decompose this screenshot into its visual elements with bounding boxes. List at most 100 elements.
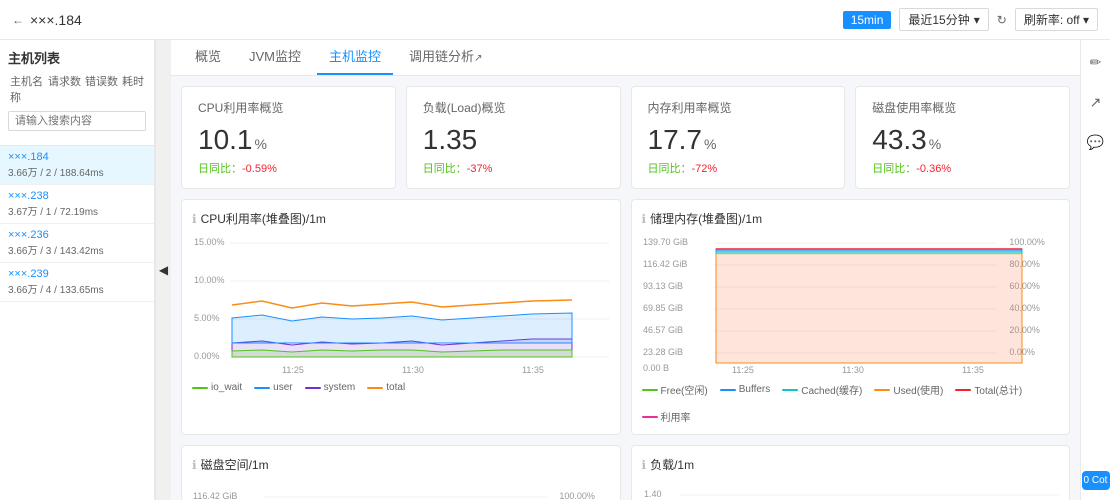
sidebar: 主机列表 主机名称 请求数 错误数 耗时 ×××.184 3.66万 / 2 /…: [0, 40, 155, 500]
metric-card-memory-compare: 日同比：-72%: [648, 160, 829, 176]
header-title: ×××.184: [30, 12, 82, 28]
svg-text:116.42 GiB: 116.42 GiB: [643, 259, 687, 269]
legend-utilization: 利用率: [642, 409, 691, 424]
sidebar-item-name-3: ×××.239: [8, 268, 146, 280]
tab-trace[interactable]: 调用链分析↗: [397, 46, 494, 75]
metric-cards: CPU利用率概览 10.1 % 日同比：-0.59% 负载(Load)概览 1.…: [181, 86, 1070, 189]
info-icon: ℹ: [192, 212, 197, 226]
metric-card-load: 负载(Load)概览 1.35 日同比：-37%: [406, 86, 621, 189]
sidebar-search: [8, 111, 146, 131]
svg-text:116.42 GiB: 116.42 GiB: [193, 491, 237, 500]
metric-card-memory-value: 17.7 %: [648, 124, 829, 156]
legend-dot-total-mem: [955, 389, 971, 391]
cpu-value-num: 10.1: [198, 124, 253, 156]
message-button[interactable]: 💬: [1084, 130, 1108, 154]
legend-total-mem: Total(总计): [955, 382, 1022, 397]
header-right: 15min 最近15分钟 ▾ ↻ 刷新率: off ▾: [843, 8, 1098, 31]
legend-free: Free(空闲): [642, 382, 708, 397]
back-button[interactable]: ← ×××.184: [12, 12, 82, 28]
dashboard: CPU利用率概览 10.1 % 日同比：-0.59% 负载(Load)概览 1.…: [171, 76, 1080, 500]
legend-dot-io-wait: [192, 387, 208, 389]
disk-chart-area: 116.42 GiB 93.13 GiB 69.85 GiB 46.57 GiB…: [192, 479, 610, 500]
sidebar-collapse-button[interactable]: ◀: [155, 40, 171, 500]
metric-card-cpu: CPU利用率概览 10.1 % 日同比：-0.59%: [181, 86, 396, 189]
svg-text:1.40: 1.40: [644, 489, 662, 499]
chevron-down-icon: ▾: [974, 13, 980, 27]
search-input[interactable]: [8, 111, 146, 131]
svg-text:11:35: 11:35: [962, 365, 984, 375]
legend-io-wait: io_wait: [192, 382, 242, 393]
load-chart-area: 1.40 1.20 1 0.800 0.600: [642, 479, 1060, 500]
info-icon-load: ℹ: [642, 458, 647, 472]
chart-title-cpu: ℹ CPU利用率(堆叠图)/1m: [192, 210, 610, 227]
sidebar-col-name: 主机名称: [10, 73, 44, 105]
chart-title-load: ℹ 负载/1m: [642, 456, 1060, 473]
metric-card-cpu-compare: 日同比：-0.59%: [198, 160, 379, 176]
share-button[interactable]: ↗: [1084, 90, 1108, 114]
sidebar-columns: 主机名称 请求数 错误数 耗时: [8, 73, 146, 105]
metric-card-load-title: 负载(Load)概览: [423, 99, 604, 116]
sidebar-item-2[interactable]: ×××.236 3.66万 / 3 / 143.42ms: [0, 224, 154, 263]
time-select[interactable]: 最近15分钟 ▾: [899, 8, 988, 31]
header: ← ×××.184 15min 最近15分钟 ▾ ↻ 刷新率: off ▾: [0, 0, 1110, 40]
metric-card-disk: 磁盘使用率概览 43.3 % 日同比：-0.36%: [855, 86, 1070, 189]
sidebar-item-name-2: ×××.236: [8, 229, 146, 241]
sidebar-col-requests: 请求数: [48, 73, 81, 105]
legend-dot-total: [367, 387, 383, 389]
svg-text:11:30: 11:30: [402, 365, 424, 375]
memory-chart-legend: Free(空闲) Buffers Cached(缓存): [642, 382, 1060, 424]
metric-card-disk-value: 43.3 %: [872, 124, 1053, 156]
svg-text:139.70 GiB: 139.70 GiB: [643, 237, 688, 247]
chart-panel-cpu: ℹ CPU利用率(堆叠图)/1m 15.00% 10.00% 5.00% 0.0…: [181, 199, 621, 435]
legend-used: Used(使用): [874, 382, 943, 397]
svg-text:100.00%: 100.00%: [1009, 237, 1045, 247]
cot-button[interactable]: 0 Cot: [1082, 471, 1110, 490]
svg-text:11:30: 11:30: [842, 365, 864, 375]
sidebar-item-stats-0: 3.66万 / 2 / 188.64ms: [8, 164, 146, 179]
chart-panel-load: ℹ 负载/1m 1.40 1.20 1 0.800 0.600: [631, 445, 1071, 500]
metric-card-load-compare: 日同比：-37%: [423, 160, 604, 176]
tab-jvm[interactable]: JVM监控: [237, 46, 313, 75]
cpu-chart-legend: io_wait user system: [192, 382, 610, 393]
legend-cached: Cached(缓存): [782, 382, 862, 397]
load-value-num: 1.35: [423, 124, 478, 156]
cpu-chart-svg: 15.00% 10.00% 5.00% 0.00% 11:25: [192, 233, 610, 378]
collapse-icon: ◀: [159, 263, 168, 277]
metric-card-memory-title: 内存利用率概览: [648, 99, 829, 116]
disk-value-unit: %: [929, 136, 941, 152]
chart-panel-memory: ℹ 储理内存(堆叠图)/1m 139.70 GiB 116.42 GiB 93.…: [631, 199, 1071, 435]
memory-value-unit: %: [704, 136, 716, 152]
refresh-icon[interactable]: ↻: [997, 13, 1007, 27]
tab-overview[interactable]: 概览: [183, 46, 233, 75]
app-container: ← ×××.184 15min 最近15分钟 ▾ ↻ 刷新率: off ▾ 主机…: [0, 0, 1110, 500]
legend-dot-user: [254, 387, 270, 389]
metric-card-cpu-title: CPU利用率概览: [198, 99, 379, 116]
chevron-down-icon: ▾: [1083, 13, 1089, 27]
nav-tabs: 概览 JVM监控 主机监控 调用链分析↗: [171, 40, 1080, 76]
edit-button[interactable]: ✏: [1084, 50, 1108, 74]
svg-text:93.13 GiB: 93.13 GiB: [643, 281, 683, 291]
refresh-rate-select[interactable]: 刷新率: off ▾: [1015, 8, 1098, 31]
metric-card-memory: 内存利用率概览 17.7 % 日同比：-72%: [631, 86, 846, 189]
sidebar-col-duration: 耗时: [122, 73, 144, 105]
info-icon-disk: ℹ: [192, 458, 197, 472]
sidebar-item-1[interactable]: ×××.238 3.67万 / 1 / 72.19ms: [0, 185, 154, 224]
memory-value-num: 17.7: [648, 124, 703, 156]
external-link-icon: ↗: [474, 53, 482, 64]
time-select-label: 最近15分钟: [908, 11, 969, 28]
tab-host[interactable]: 主机监控: [317, 46, 393, 75]
refresh-rate-label: 刷新率: off: [1024, 13, 1080, 27]
chart-panel-disk: ℹ 磁盘空间/1m 116.42 GiB 93.13 GiB 69.85 GiB…: [181, 445, 621, 500]
svg-text:23.28 GiB: 23.28 GiB: [643, 347, 683, 357]
svg-text:0.00%: 0.00%: [194, 351, 220, 361]
memory-chart-area: 139.70 GiB 116.42 GiB 93.13 GiB 69.85 Gi…: [642, 233, 1060, 378]
time-badge: 15min: [843, 11, 892, 29]
sidebar-header: 主机列表 主机名称 请求数 错误数 耗时: [0, 40, 154, 146]
svg-text:46.57 GiB: 46.57 GiB: [643, 325, 683, 335]
metric-card-load-value: 1.35: [423, 124, 604, 156]
sidebar-col-errors: 错误数: [85, 73, 118, 105]
sidebar-item-3[interactable]: ×××.239 3.66万 / 4 / 133.65ms: [0, 263, 154, 302]
sidebar-item-0[interactable]: ×××.184 3.66万 / 2 / 188.64ms: [0, 146, 154, 185]
legend-dot-buffers: [720, 389, 736, 391]
svg-text:11:25: 11:25: [282, 365, 304, 375]
